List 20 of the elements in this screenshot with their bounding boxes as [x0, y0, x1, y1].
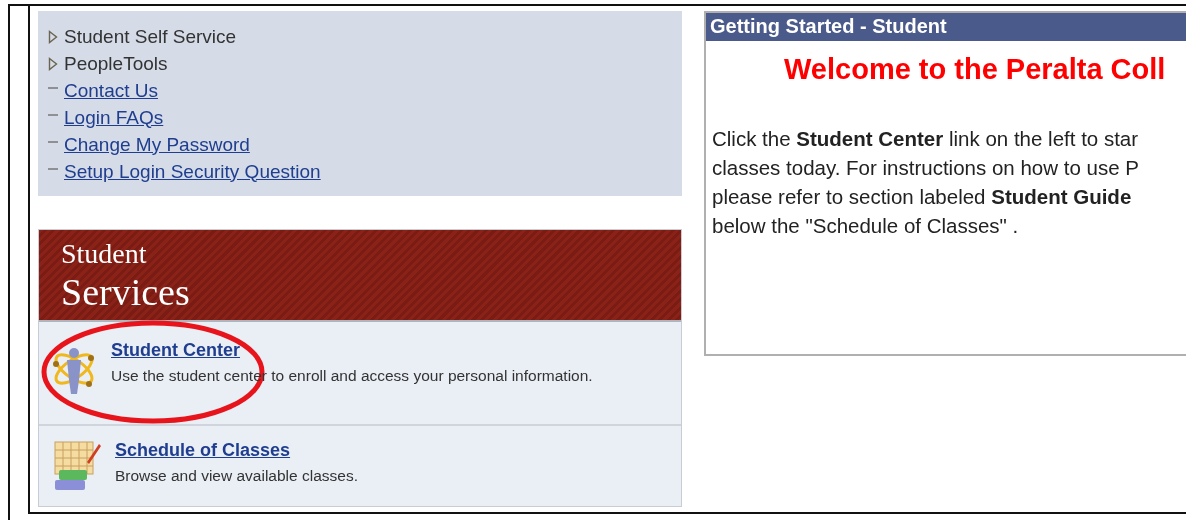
- menu-link[interactable]: Contact Us: [64, 79, 158, 102]
- service-description: Browse and view available classes.: [115, 467, 358, 485]
- dash-icon: [48, 167, 58, 170]
- menu-folder[interactable]: PeopleTools: [64, 52, 168, 75]
- triangle-icon[interactable]: [48, 29, 58, 44]
- menu-link[interactable]: Login FAQs: [64, 106, 164, 129]
- dash-icon: [48, 113, 58, 116]
- service-link[interactable]: Schedule of Classes: [115, 440, 291, 461]
- header-title-top: Student: [61, 238, 148, 270]
- menu-link[interactable]: Setup Login Security Question: [64, 160, 321, 183]
- menu-link[interactable]: Change My Password: [64, 133, 250, 156]
- panel-header: Getting Started - Student: [706, 13, 1186, 41]
- instructions-paragraph: Click the Student Center link on the left to star classes today. For instructions on how to use P please refer to section labeled Student Guide below the "Schedule of Classes" .: [712, 126, 1140, 239]
- dash-icon: [48, 86, 58, 89]
- menu-folder[interactable]: Student Self Service: [64, 25, 237, 48]
- service-link[interactable]: Student Center: [111, 340, 240, 361]
- triangle-icon[interactable]: [48, 56, 58, 71]
- dash-icon: [48, 140, 58, 143]
- header-title-bottom: Services: [61, 270, 191, 314]
- welcome-heading: Welcome to the Peralta Coll: [784, 53, 1167, 86]
